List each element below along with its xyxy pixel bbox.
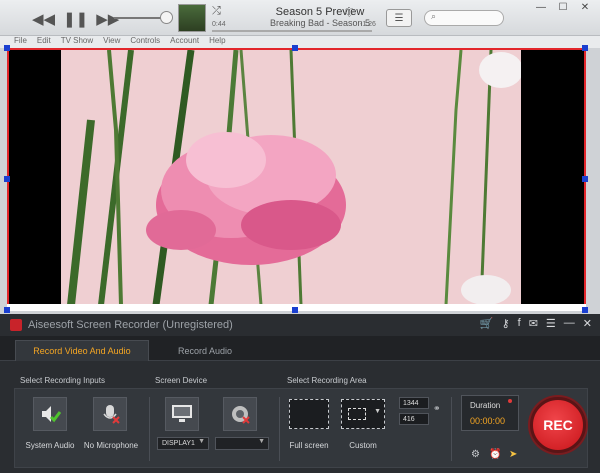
minimize-icon[interactable]: —: [564, 317, 575, 330]
minimize-icon[interactable]: —: [530, 0, 552, 14]
screen-recorder-panel: Aiseesoft Screen Recorder (Unregistered)…: [0, 314, 600, 473]
list-icon: ☰: [394, 12, 404, 24]
speaker-icon: [42, 406, 61, 423]
facebook-icon[interactable]: f: [518, 317, 521, 330]
custom-label: Custom: [349, 441, 377, 450]
window-controls: — ☐ ✕: [530, 0, 596, 14]
full-screen-label: Full screen: [289, 441, 329, 450]
recorder-options: System Audio No Microphone DISPLAY1 ▼ ▼ …: [14, 388, 588, 468]
remaining-time: -1:26: [360, 21, 376, 28]
camera-select[interactable]: ▼: [215, 437, 269, 450]
microphone-label: No Microphone: [83, 441, 139, 450]
shuffle-icon[interactable]: ⤮: [212, 5, 221, 18]
elapsed-time: 0:44: [212, 21, 226, 28]
chevron-down-icon: ▼: [198, 438, 205, 445]
title-toolbar: 🛒 ⚷ f ✉ ☰ — ✕: [480, 317, 592, 330]
microphone-button[interactable]: [93, 397, 127, 431]
key-icon[interactable]: ⚷: [502, 317, 510, 330]
resize-handle-tm[interactable]: [292, 45, 298, 51]
app-logo-icon: [10, 319, 22, 331]
tab-record-video-audio[interactable]: Record Video And Audio: [15, 340, 149, 361]
width-field[interactable]: 1344: [399, 397, 429, 409]
resize-handle-br[interactable]: [582, 307, 588, 313]
record-button[interactable]: REC: [530, 397, 586, 453]
progress-bar[interactable]: [212, 30, 372, 32]
album-art: [178, 4, 206, 32]
cursor-icon[interactable]: ➤: [509, 449, 517, 460]
link-icon[interactable]: ⚭: [433, 403, 441, 414]
volume-slider[interactable]: [114, 17, 166, 19]
chat-icon[interactable]: ✉: [529, 317, 538, 330]
duration-value: 00:00:00: [470, 416, 506, 426]
gear-icon[interactable]: ⚙: [471, 449, 480, 460]
menu-account[interactable]: Account: [170, 36, 199, 48]
menu-bar: File Edit TV Show View Controls Account …: [0, 36, 600, 48]
monitor-button[interactable]: [165, 397, 199, 431]
resize-handle-mr[interactable]: [582, 176, 588, 182]
divider: [279, 397, 280, 461]
display-select-value: DISPLAY1: [162, 440, 195, 447]
close-icon[interactable]: ✕: [574, 0, 596, 14]
menu-tv-show[interactable]: TV Show: [61, 36, 93, 48]
transport-controls: ◀◀ ❚❚ ▶▶: [32, 10, 119, 28]
duration-panel: Duration 00:00:00: [461, 395, 519, 431]
custom-area-icon: [348, 408, 366, 420]
resize-handle-bl[interactable]: [4, 307, 10, 313]
search-input[interactable]: ⌕: [424, 10, 504, 26]
pause-icon[interactable]: ❚❚: [63, 10, 88, 28]
section-label-inputs: Select Recording Inputs: [20, 376, 105, 385]
recorder-tabs: Record Video And Audio Record Audio: [0, 336, 600, 361]
system-audio-button[interactable]: [33, 397, 67, 431]
resize-handle-tr[interactable]: [582, 45, 588, 51]
webcam-icon: [232, 406, 250, 424]
chevron-down-icon: ▼: [374, 408, 381, 415]
volume-knob[interactable]: [160, 11, 173, 24]
menu-file[interactable]: File: [14, 36, 27, 48]
chevron-down-icon: ▼: [258, 438, 265, 445]
menu-view[interactable]: View: [103, 36, 120, 48]
alarm-icon[interactable]: ⏰: [489, 449, 501, 460]
microphone-icon: [103, 405, 120, 424]
heart-icon[interactable]: ♡: [344, 6, 355, 20]
now-playing-title: Season 5 Preview: [275, 6, 365, 18]
custom-area-button[interactable]: ▼: [341, 399, 385, 429]
tab-record-audio[interactable]: Record Audio: [150, 340, 260, 361]
full-screen-button[interactable]: [289, 399, 329, 429]
search-icon: ⌕: [431, 11, 437, 21]
resize-handle-ml[interactable]: [4, 176, 10, 182]
maximize-icon[interactable]: ☐: [552, 0, 574, 14]
height-field[interactable]: 416: [399, 413, 429, 425]
webcam-button[interactable]: [223, 397, 257, 431]
menu-help[interactable]: Help: [209, 36, 225, 48]
recorder-title-bar: Aiseesoft Screen Recorder (Unregistered): [10, 319, 233, 331]
monitor-icon: [172, 405, 192, 422]
divider: [451, 397, 452, 461]
cart-icon[interactable]: 🛒: [480, 317, 494, 330]
divider: [149, 397, 150, 461]
menu-icon[interactable]: ☰: [546, 317, 556, 330]
video-frame-image: [61, 50, 521, 305]
fast-forward-icon[interactable]: ▶▶: [96, 10, 119, 28]
itunes-toolbar: — ☐ ✕ ◀◀ ❚❚ ▶▶ Season 5 Preview Breaking…: [0, 0, 600, 36]
up-next-button[interactable]: ☰: [386, 9, 412, 27]
close-icon[interactable]: ✕: [583, 317, 592, 330]
menu-edit[interactable]: Edit: [37, 36, 51, 48]
menu-controls[interactable]: Controls: [130, 36, 160, 48]
section-label-device: Screen Device: [155, 376, 208, 385]
duration-label: Duration: [470, 401, 501, 410]
section-label-area: Select Recording Area: [287, 376, 367, 385]
recorder-title: Aiseesoft Screen Recorder (Unregistered): [28, 319, 233, 331]
recording-area-frame[interactable]: [7, 48, 586, 311]
display-select[interactable]: DISPLAY1 ▼: [157, 437, 209, 450]
resize-handle-bm[interactable]: [292, 307, 298, 313]
system-audio-label: System Audio: [25, 441, 75, 450]
rewind-icon[interactable]: ◀◀: [32, 10, 55, 28]
flower-illustration: [61, 50, 521, 305]
recording-indicator: [508, 399, 512, 403]
resize-handle-tl[interactable]: [4, 45, 10, 51]
